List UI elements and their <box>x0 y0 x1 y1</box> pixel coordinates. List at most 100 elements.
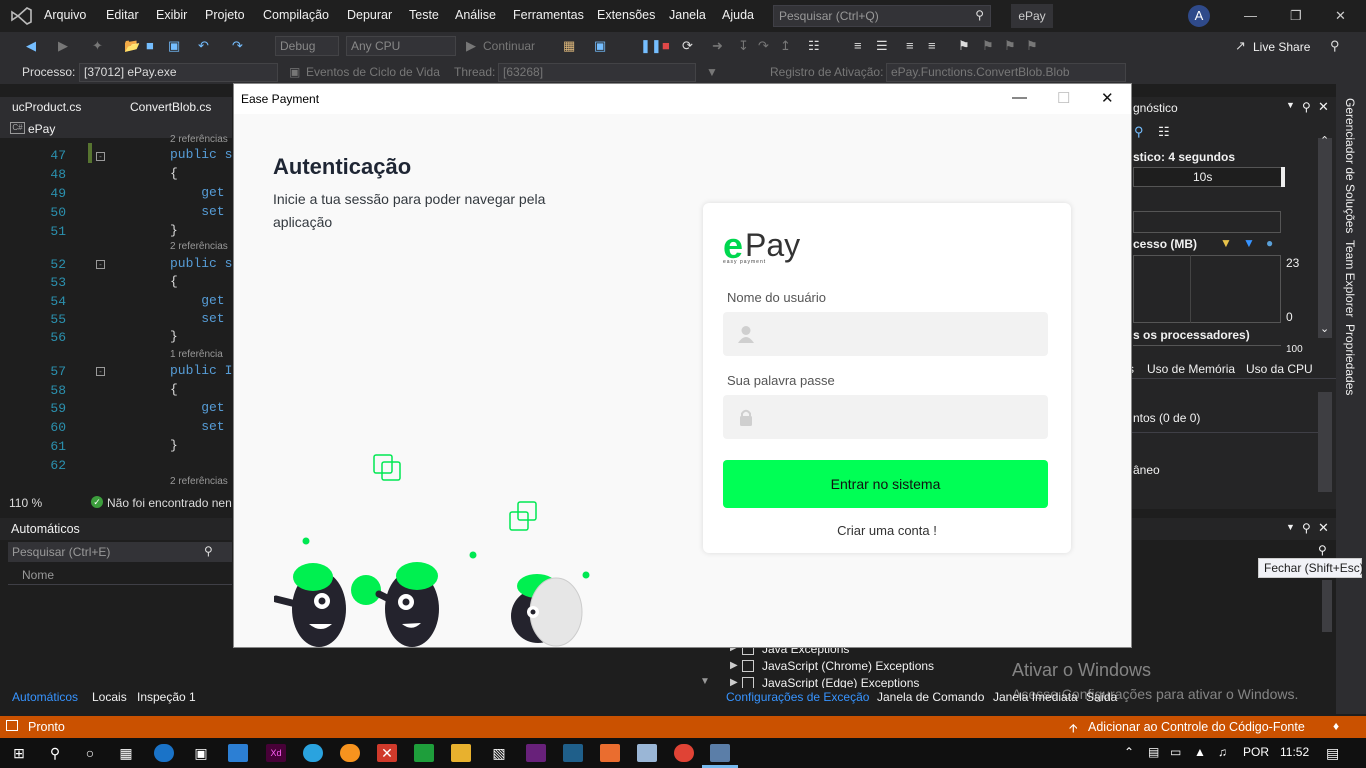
project-dropdown[interactable]: ePay <box>28 122 55 136</box>
tab-cpu-usage[interactable]: Uso da CPU <box>1246 362 1313 376</box>
platform-select[interactable]: Any CPU <box>346 36 456 56</box>
close-icon[interactable]: ✕ <box>1318 520 1329 536</box>
diag-scrollbar[interactable] <box>1318 138 1332 338</box>
menu-exibir[interactable]: Exibir <box>156 8 187 22</box>
clear-bookmarks-icon[interactable]: ⚑ <box>1026 38 1038 54</box>
restore-icon[interactable]: ❐ <box>1290 8 1302 24</box>
menu-extensoes[interactable]: Extensões <box>597 8 655 22</box>
store-icon[interactable]: ▣ <box>191 744 211 762</box>
autos-search-input[interactable]: Pesquisar (Ctrl+E) ⚲ <box>8 542 232 562</box>
lifecycle-events-icon[interactable]: ▣ <box>289 65 300 79</box>
tab-team-explorer[interactable]: Team Explorer <box>1343 240 1357 317</box>
menu-analise[interactable]: Análise <box>455 8 496 22</box>
tab-solution-explorer[interactable]: Gerenciador de Soluções <box>1343 98 1357 233</box>
network-icon[interactable]: ▤ <box>1148 745 1159 759</box>
app-icon-2[interactable]: ▧ <box>489 744 509 762</box>
notifications-bell-icon[interactable]: ♦ <box>1333 719 1339 733</box>
diagnostics-icon[interactable]: ▦ <box>563 38 575 54</box>
save-icon[interactable]: ■ <box>146 38 154 53</box>
exception-checkbox[interactable] <box>742 677 754 688</box>
cortana-icon[interactable]: ○ <box>80 744 100 762</box>
continue-button[interactable]: Continuar <box>483 39 535 53</box>
action-center-icon[interactable]: ▤ <box>1326 745 1339 762</box>
visual-studio-icon[interactable] <box>526 744 546 762</box>
username-input[interactable] <box>723 312 1048 356</box>
app-icon-3[interactable] <box>563 744 583 762</box>
scroll-down-icon[interactable]: ⌄ <box>1320 322 1329 335</box>
tab-command-window[interactable]: Janela de Comando <box>877 690 984 704</box>
menu-compilacao[interactable]: Compilação <box>263 8 329 22</box>
lifecycle-events-button[interactable]: Eventos de Ciclo de Vida <box>306 65 440 79</box>
configuration-select[interactable]: Debug <box>275 36 339 56</box>
adobe-xd-icon[interactable]: Xd <box>266 744 286 762</box>
maximize-icon[interactable]: ☐ <box>1057 89 1070 107</box>
pause-icon[interactable]: ❚❚ <box>640 38 662 54</box>
volume-icon[interactable]: ♫ <box>1218 745 1227 759</box>
edge-icon[interactable] <box>154 744 174 762</box>
exception-item[interactable]: JavaScript (Edge) Exceptions <box>762 676 919 688</box>
password-input[interactable] <box>723 395 1048 439</box>
stack-frame-select[interactable]: ePay.Functions.ConvertBlob.Blob <box>886 63 1126 82</box>
outdent-icon[interactable]: ≡ <box>928 38 936 53</box>
source-control-button[interactable]: Adicionar ao Controle do Código-Fonte <box>1088 720 1305 734</box>
pin-icon[interactable]: ⚲ <box>1302 521 1311 535</box>
xampp-icon[interactable] <box>600 744 620 762</box>
pin-icon[interactable]: ⚲ <box>1302 100 1311 114</box>
tab-exception-settings[interactable]: Configurações de Exceção <box>726 690 869 704</box>
panel-menu-icon[interactable]: ▼ <box>1286 522 1295 532</box>
show-next-statement-icon[interactable]: ➜ <box>712 38 723 54</box>
tab-automaticos[interactable]: Automáticos <box>12 690 78 704</box>
hex-display-icon[interactable]: ☷ <box>808 38 820 54</box>
global-search-input[interactable]: Pesquisar (Ctrl+Q) ⚲ <box>773 5 991 27</box>
filter-icon[interactable]: ▼ <box>706 65 718 79</box>
reference-count[interactable]: 1 referência <box>170 349 223 360</box>
issues-status[interactable]: Não foi encontrado nen <box>107 496 232 510</box>
account-avatar[interactable]: A <box>1188 5 1210 27</box>
menu-janela[interactable]: Janela <box>669 8 706 22</box>
tab-properties[interactable]: Propriedades <box>1343 324 1357 395</box>
zoom-in-icon[interactable]: ⚲ <box>1134 124 1144 140</box>
new-project-icon[interactable]: ✦ <box>92 38 103 54</box>
scroll-up-icon[interactable]: ⌃ <box>1320 134 1329 147</box>
live-share-icon[interactable]: ↗ <box>1235 38 1246 54</box>
expand-arrow-icon[interactable]: ▶ <box>730 648 738 653</box>
tab-inspecao[interactable]: Inspeção 1 <box>137 690 196 704</box>
scroll-down-icon[interactable]: ▼ <box>700 676 710 687</box>
reference-count[interactable]: 2 referências <box>170 476 228 487</box>
menu-teste[interactable]: Teste <box>409 8 439 22</box>
filezilla-icon[interactable]: ✕ <box>377 744 397 762</box>
close-icon[interactable]: ✕ <box>1318 99 1329 115</box>
menu-arquivo[interactable]: Arquivo <box>44 8 86 22</box>
fold-toggle-icon[interactable]: - <box>96 367 105 376</box>
battery-icon[interactable]: ▭ <box>1170 745 1181 759</box>
stack-icon[interactable]: ☰ <box>876 38 888 54</box>
fold-toggle-icon[interactable]: - <box>96 152 105 161</box>
step-out-icon[interactable]: ↥ <box>780 38 791 54</box>
redo-icon[interactable]: ↷ <box>232 38 243 54</box>
exception-checkbox[interactable] <box>742 660 754 672</box>
menu-ajuda[interactable]: Ajuda <box>722 8 754 22</box>
panel-menu-icon[interactable]: ▼ <box>1286 100 1295 110</box>
undo-icon[interactable]: ↶ <box>198 38 209 54</box>
minimize-icon[interactable]: — <box>1244 8 1257 23</box>
zoom-level[interactable]: 110 % <box>9 496 42 510</box>
language-indicator[interactable]: POR <box>1243 745 1269 759</box>
reference-count[interactable]: 2 referências <box>170 134 228 145</box>
login-button[interactable]: Entrar no sistema <box>723 460 1048 508</box>
tab-ucproduct[interactable]: ucProduct.cs <box>12 100 81 114</box>
live-share-button[interactable]: Live Share <box>1253 40 1310 54</box>
search-icon[interactable]: ⚲ <box>45 744 65 762</box>
settings-icon[interactable]: ☷ <box>1158 124 1170 140</box>
chrome-icon[interactable] <box>674 744 694 762</box>
minimize-icon[interactable]: — <box>1012 89 1027 106</box>
solution-name-badge[interactable]: ePay <box>1011 4 1053 28</box>
close-icon[interactable]: ✕ <box>1335 8 1346 24</box>
telegram-icon[interactable] <box>303 744 323 762</box>
clock[interactable]: 11:52 <box>1280 745 1309 759</box>
open-folder-icon[interactable]: 📂 <box>124 38 140 54</box>
reference-count[interactable]: 2 referências <box>170 241 228 252</box>
forward-icon[interactable]: ▶ <box>58 38 68 54</box>
thread-select[interactable]: [63268] <box>498 63 696 82</box>
timeline-cursor[interactable] <box>1281 167 1285 187</box>
bookmark-icon[interactable]: ⚑ <box>958 38 970 54</box>
